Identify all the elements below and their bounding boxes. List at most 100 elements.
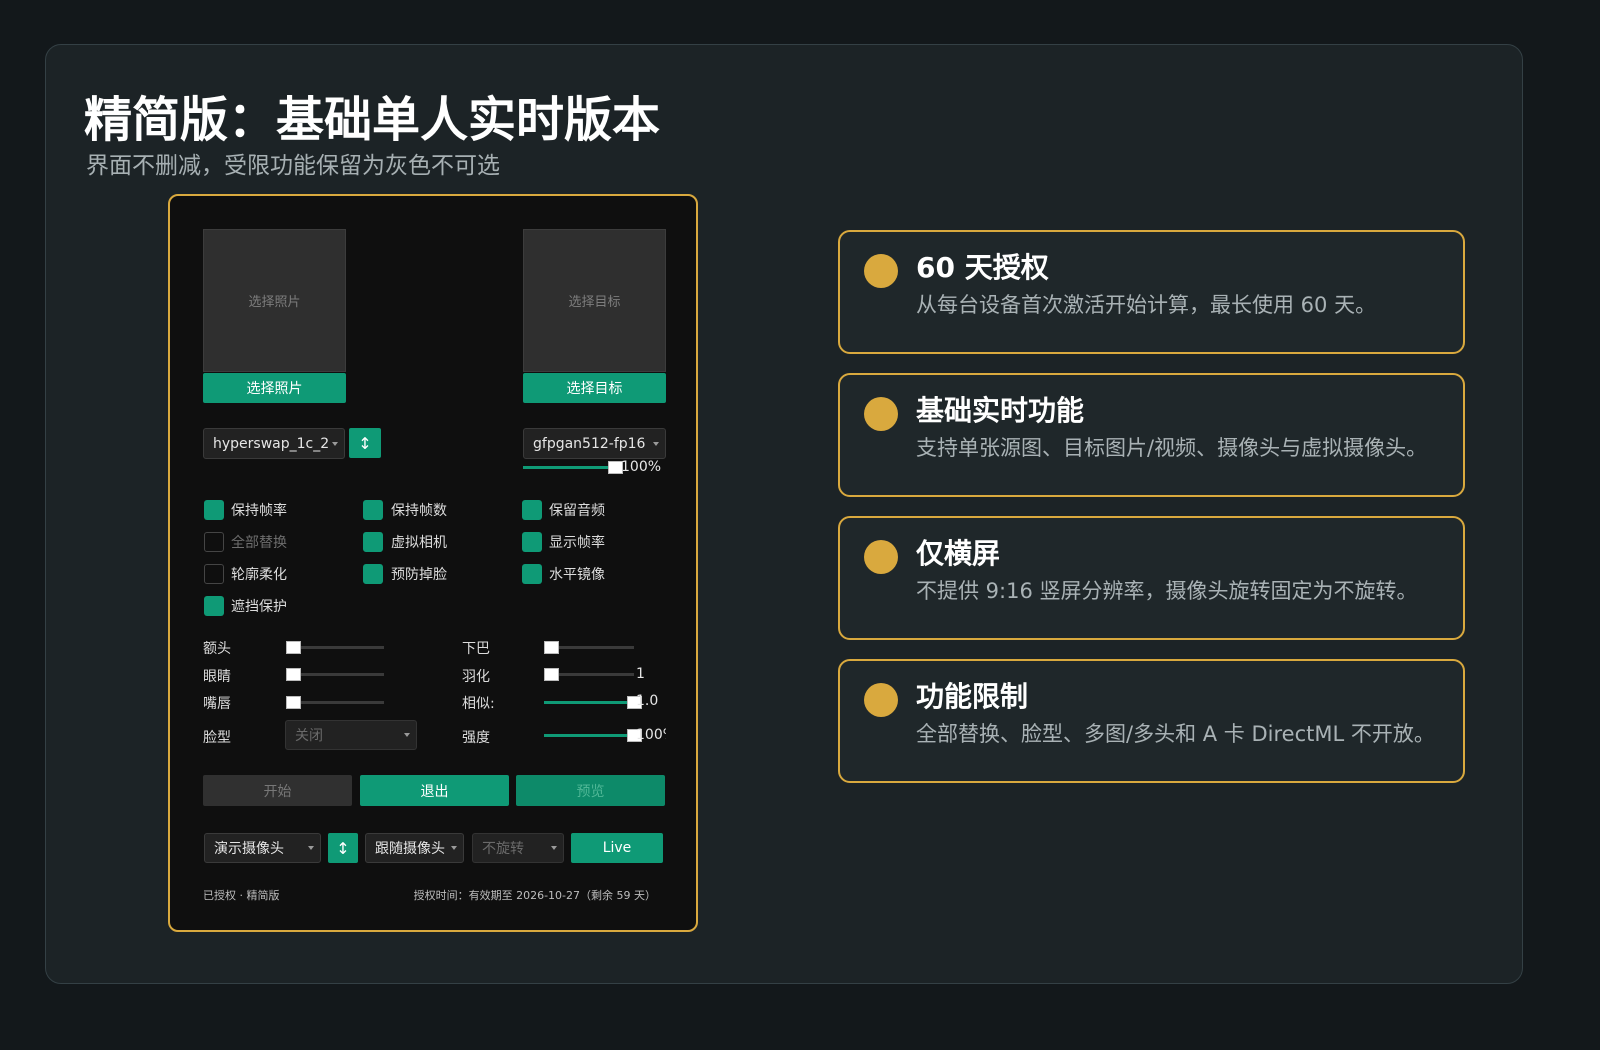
checkbox-occlusion-protect[interactable] <box>204 596 224 616</box>
eyes-label: 眼睛 <box>203 669 231 685</box>
checkbox-keep-fps[interactable] <box>204 500 224 520</box>
checkbox-virtual-camera[interactable] <box>363 532 383 552</box>
checkbox-label: 虚拟相机 <box>391 535 447 551</box>
rotation-select: 不旋转 <box>472 833 564 863</box>
app-preview-window: 选择照片 选择照片 选择目标 选择目标 hyperswap_1c_2 ↕ gfp… <box>168 194 698 932</box>
preview-button: 预览 <box>516 775 665 806</box>
eyes-slider[interactable] <box>286 668 384 681</box>
checkbox-prevent-face-drop[interactable] <box>363 564 383 584</box>
face-type-select: 关闭 <box>285 720 417 750</box>
checkbox-label: 全部替换 <box>231 535 287 551</box>
feature-description: 全部替换、脸型、多图/多头和 A 卡 DirectML 不开放。 <box>916 722 1435 746</box>
select-source-button[interactable]: 选择照片 <box>203 373 346 403</box>
feature-description: 不提供 9:16 竖屏分辨率，摄像头旋转固定为不旋转。 <box>916 579 1418 603</box>
checkbox-label: 轮廓柔化 <box>231 567 287 583</box>
feather-value: 1 <box>636 666 645 682</box>
source-image-dropzone[interactable]: 选择照片 <box>203 229 346 372</box>
slider-handle[interactable] <box>544 668 559 681</box>
chevron-down-icon <box>653 441 659 446</box>
enhancer-value: 100% <box>621 459 662 475</box>
chevron-down-icon <box>451 846 457 850</box>
checkbox-show-fps[interactable] <box>522 532 542 552</box>
select-target-button[interactable]: 选择目标 <box>523 373 666 403</box>
forehead-label: 额头 <box>203 641 231 657</box>
slider-handle[interactable] <box>286 668 301 681</box>
page-title: 精简版：基础单人实时版本 <box>84 92 661 148</box>
swap-arrows-icon: ↕ <box>358 433 372 453</box>
feature-card-landscape-only: 仅横屏 不提供 9:16 竖屏分辨率，摄像头旋转固定为不旋转。 <box>838 516 1465 640</box>
strength-label: 强度 <box>462 730 490 746</box>
chevron-down-icon <box>404 733 410 737</box>
license-expiry: 授权时间：有效期至 2026-10-27（剩余 59 天） <box>413 889 656 902</box>
feather-slider[interactable] <box>544 668 634 681</box>
feature-title: 功能限制 <box>916 680 1029 713</box>
checkbox-label: 预防掉脸 <box>391 567 447 583</box>
chin-slider[interactable] <box>544 641 634 654</box>
chin-label: 下巴 <box>462 641 490 657</box>
similarity-label: 相似: <box>462 696 495 712</box>
chevron-down-icon <box>551 846 557 850</box>
checkbox-label: 保留音频 <box>549 503 605 519</box>
swap-arrows-icon: ↕ <box>336 838 350 858</box>
slider-fill <box>544 734 634 737</box>
feature-title: 仅横屏 <box>916 537 1001 570</box>
source-camera-select[interactable]: 演示摄像头 <box>204 833 321 863</box>
similarity-value: 1.0 <box>636 693 659 709</box>
start-button: 开始 <box>203 775 352 806</box>
feature-description: 支持单张源图、目标图片/视频、摄像头与虚拟摄像头。 <box>916 436 1428 460</box>
enhancer-slider[interactable] <box>523 461 623 474</box>
swap-direction-button[interactable]: ↕ <box>349 428 381 458</box>
license-status: 已授权 · 精简版 <box>203 889 280 902</box>
checkbox-keep-audio[interactable] <box>522 500 542 520</box>
similarity-slider[interactable] <box>544 696 642 709</box>
checkbox-edge-soften[interactable] <box>204 564 224 584</box>
strength-value: 100% <box>636 727 666 743</box>
checkbox-label: 遮挡保护 <box>231 599 287 615</box>
enhancer-model-value: gfpgan512-fp16 <box>533 435 646 452</box>
feature-description: 从每台设备首次激活开始计算，最长使用 60 天。 <box>916 293 1377 317</box>
checkbox-keep-frames[interactable] <box>363 500 383 520</box>
enhancer-model-select[interactable]: gfpgan512-fp16 <box>523 428 666 459</box>
strength-slider[interactable] <box>544 729 642 742</box>
chevron-down-icon <box>308 846 314 850</box>
slider-handle[interactable] <box>286 641 301 654</box>
forehead-slider[interactable] <box>286 641 384 654</box>
face-type-label: 脸型 <box>203 730 231 746</box>
checkbox-label: 保持帧率 <box>231 503 287 519</box>
target-image-dropzone[interactable]: 选择目标 <box>523 229 666 372</box>
follow-camera-value: 跟随摄像头 <box>375 841 445 857</box>
checkbox-horizontal-mirror[interactable] <box>522 564 542 584</box>
face-type-value: 关闭 <box>295 728 323 744</box>
chevron-down-icon <box>332 441 338 446</box>
feather-label: 羽化 <box>462 669 490 685</box>
slider-handle[interactable] <box>544 641 559 654</box>
bullet-dot-icon <box>864 254 898 288</box>
feature-title: 基础实时功能 <box>916 394 1085 427</box>
lips-label: 嘴唇 <box>203 696 231 712</box>
feature-title: 60 天授权 <box>916 251 1049 284</box>
checkbox-label: 水平镜像 <box>549 567 605 583</box>
lips-slider[interactable] <box>286 696 384 709</box>
checkbox-replace-all <box>204 532 224 552</box>
checkbox-label: 显示帧率 <box>549 535 605 551</box>
follow-camera-select[interactable]: 跟随摄像头 <box>365 833 464 863</box>
slider-fill <box>544 701 634 704</box>
feature-card-license: 60 天授权 从每台设备首次激活开始计算，最长使用 60 天。 <box>838 230 1465 354</box>
exit-button[interactable]: 退出 <box>360 775 509 806</box>
swap-model-select[interactable]: hyperswap_1c_2 <box>203 428 345 459</box>
slider-handle[interactable] <box>286 696 301 709</box>
source-camera-value: 演示摄像头 <box>214 841 284 857</box>
page-subtitle: 界面不删减，受限功能保留为灰色不可选 <box>86 153 500 179</box>
checkbox-label: 保持帧数 <box>391 503 447 519</box>
live-button[interactable]: Live <box>571 833 663 863</box>
target-dropzone-label: 选择目标 <box>568 295 621 310</box>
bullet-dot-icon <box>864 540 898 574</box>
camera-swap-button[interactable]: ↕ <box>328 833 358 863</box>
feature-card-basic-realtime: 基础实时功能 支持单张源图、目标图片/视频、摄像头与虚拟摄像头。 <box>838 373 1465 497</box>
source-dropzone-label: 选择照片 <box>248 295 301 310</box>
feature-card-restrictions: 功能限制 全部替换、脸型、多图/多头和 A 卡 DirectML 不开放。 <box>838 659 1465 783</box>
slider-fill <box>523 466 615 469</box>
bullet-dot-icon <box>864 683 898 717</box>
bullet-dot-icon <box>864 397 898 431</box>
swap-model-value: hyperswap_1c_2 <box>213 435 330 452</box>
